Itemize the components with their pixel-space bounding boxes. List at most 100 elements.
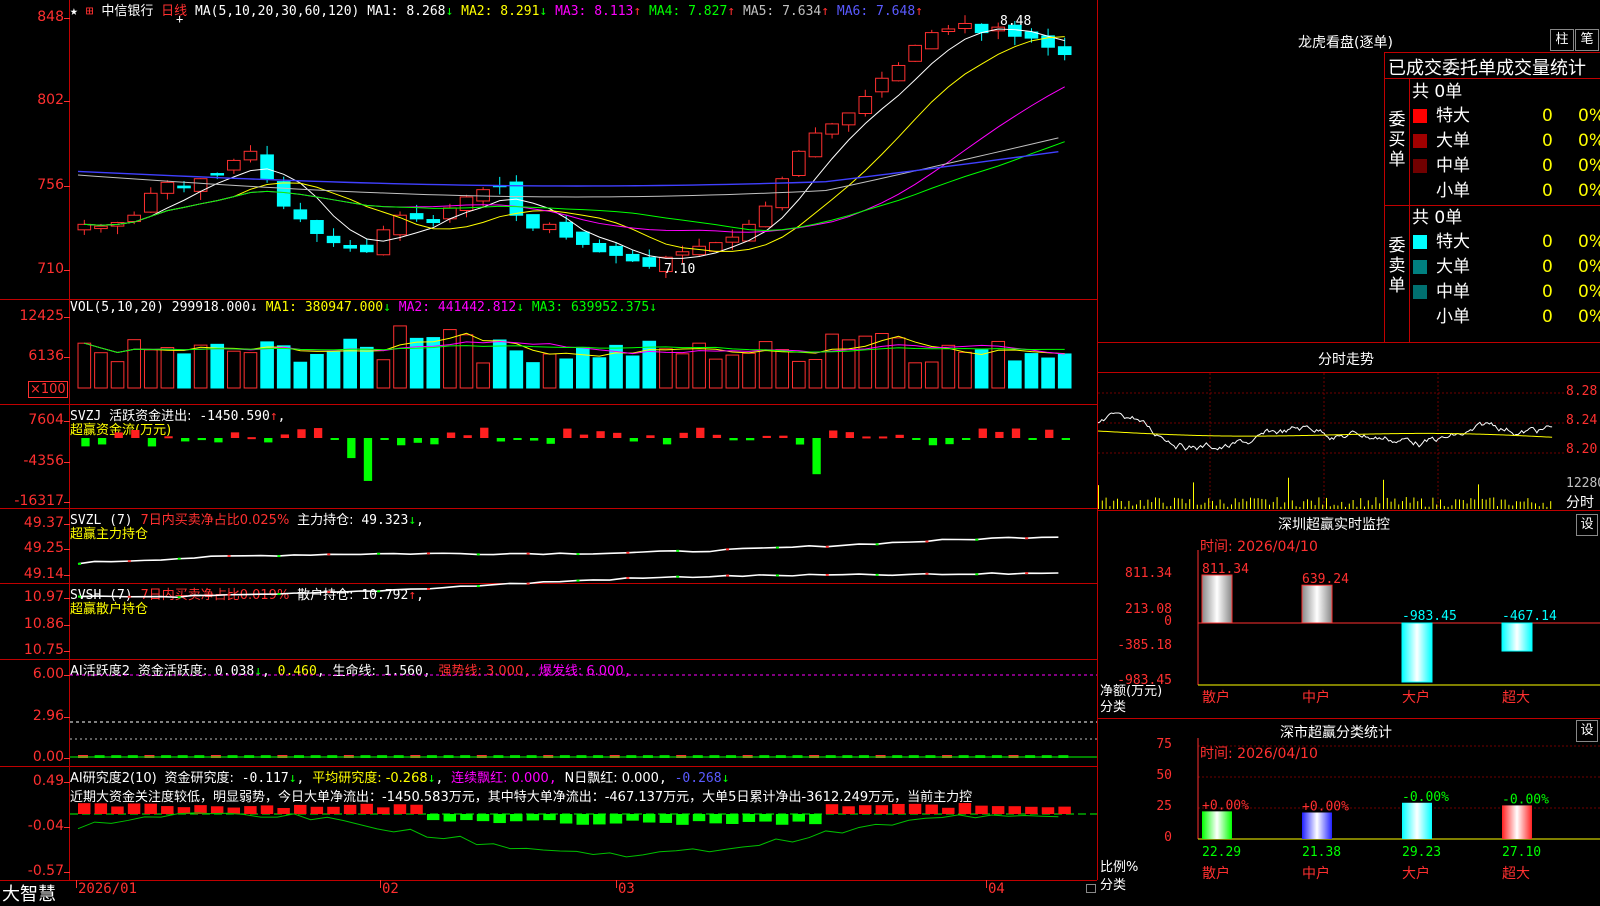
research-bar <box>942 807 955 814</box>
research-bar <box>360 803 373 814</box>
candlestick-chart[interactable] <box>70 0 1097 299</box>
vol-unit[interactable]: ×100 <box>28 381 68 398</box>
intraday-volume-bar <box>1402 501 1403 509</box>
sell-side-label: 委卖单 <box>1388 236 1406 296</box>
volume-bar <box>924 361 939 389</box>
order-row[interactable]: 大单 0 0% <box>1410 255 1600 279</box>
volume-chart[interactable] <box>70 300 1097 404</box>
position-dot <box>626 576 630 579</box>
flow-bar <box>496 438 506 442</box>
ai-active-chart[interactable] <box>70 659 1097 766</box>
volume-bar <box>177 353 191 389</box>
flow-bar <box>945 438 954 445</box>
research-bar <box>775 814 789 825</box>
intraday-volume-bar <box>1101 500 1103 509</box>
flow-bar <box>347 438 356 459</box>
intraday-volume-bar <box>1314 505 1316 509</box>
intraday-volume-bar <box>1170 505 1172 509</box>
flow-bar <box>696 427 705 438</box>
volume-bar <box>592 357 607 389</box>
flow-bar <box>779 435 788 438</box>
candle-body <box>177 185 191 189</box>
intraday-volume-bar <box>1409 502 1411 509</box>
research-bar <box>1008 806 1021 814</box>
flow-bar <box>895 434 904 438</box>
svzl-chart[interactable] <box>70 508 1097 583</box>
research-bar <box>78 803 91 814</box>
volume-bar <box>675 353 690 389</box>
intraday-volume-bar <box>1546 506 1548 509</box>
ai-research-chart[interactable] <box>70 766 1097 880</box>
lock-icon[interactable] <box>1086 884 1096 893</box>
flow-bar <box>463 435 472 438</box>
volume-bar <box>343 338 357 389</box>
intraday-volume-bar <box>1535 503 1536 509</box>
flow-bar <box>81 438 90 447</box>
position-dot <box>327 553 331 556</box>
svsh-tick-label: 10.75 <box>23 642 64 658</box>
order-row[interactable]: 特大 0 0% <box>1410 230 1600 254</box>
flow-bar <box>978 428 987 438</box>
candle-body <box>409 213 424 220</box>
svzj-chart[interactable] <box>70 404 1097 508</box>
flow-bar <box>97 438 107 445</box>
flow-bar <box>862 436 871 439</box>
order-percent: 0% <box>1578 131 1600 151</box>
volume-bar <box>1008 360 1022 389</box>
volume-bar <box>708 358 723 389</box>
flow-bar <box>596 431 605 438</box>
order-row[interactable]: 大单 0 0% <box>1410 129 1600 153</box>
order-stats-tabs[interactable]: 已成交委托单成交量统计 <box>1388 54 1600 80</box>
vol-tick-label: 12425 <box>19 308 64 324</box>
order-row[interactable]: 小单 0 0% <box>1410 179 1600 203</box>
flow-bar <box>480 427 489 438</box>
candle-body <box>243 150 258 161</box>
divider <box>1097 342 1600 343</box>
classify-category-label: 散户 <box>1202 865 1230 882</box>
position-dot <box>576 579 580 582</box>
order-row[interactable]: 中单 0 0% <box>1410 154 1600 178</box>
classify-bar-chart[interactable]: +0.00% 22.29 散户 +0.00% 21.38 中户 -0.00% 29.23 大户 -… <box>1098 718 1600 900</box>
intraday-volume-bar <box>1493 497 1495 509</box>
intraday-volume-bar <box>1155 497 1156 509</box>
intraday-volume-bar <box>1189 499 1191 509</box>
candle-body <box>276 181 291 207</box>
bar-mode-button[interactable]: 柱 <box>1550 29 1574 51</box>
flow-bar <box>745 438 755 441</box>
research-bar <box>609 814 623 824</box>
ai-research-tick-label: -0.04 <box>27 818 64 834</box>
monitor-xlabel: 分类 <box>1100 700 1127 715</box>
order-row[interactable]: 小单 0 0% <box>1410 305 1600 329</box>
order-row[interactable]: 中单 0 0% <box>1410 280 1600 304</box>
intraday-volume-bar <box>1421 498 1422 509</box>
candle-body <box>1057 46 1072 56</box>
intraday-chart[interactable] <box>1097 373 1564 509</box>
position-dot <box>726 548 730 551</box>
intraday-volume-bar <box>1257 498 1259 509</box>
intraday-volume-bar <box>1109 506 1111 509</box>
sell-total: 共 0单 <box>1412 208 1463 228</box>
monitor-bar-chart[interactable]: 811.34 散户 639.24 中户 -983.45 大户 -467.14 超大 <box>1098 510 1600 710</box>
position-dot <box>1025 537 1029 540</box>
price-tick-label: 848 <box>37 9 64 25</box>
research-bar <box>443 814 457 822</box>
tick-mode-button[interactable]: 笔 <box>1575 29 1599 51</box>
order-label: 小单 <box>1436 181 1470 201</box>
order-percent: 0% <box>1578 106 1600 126</box>
intraday-volume-bar <box>1413 497 1415 509</box>
svsh-chart[interactable] <box>70 572 1097 659</box>
intraday-volume-bar <box>1348 503 1350 509</box>
research-bar <box>576 814 589 825</box>
intraday-volume-bar <box>1329 506 1331 509</box>
monitor-bar <box>1501 622 1533 652</box>
candle-body <box>526 214 540 229</box>
order-row[interactable]: 特大 0 0% <box>1410 104 1600 128</box>
position-dot <box>676 549 680 552</box>
intraday-volume-bar <box>1238 502 1240 509</box>
intraday-volume-bar <box>1284 502 1286 509</box>
candle-body <box>858 96 873 114</box>
intraday-volume-bar <box>1280 506 1282 509</box>
color-swatch <box>1413 109 1427 123</box>
position-dot <box>127 560 131 563</box>
order-percent: 0% <box>1578 282 1600 302</box>
